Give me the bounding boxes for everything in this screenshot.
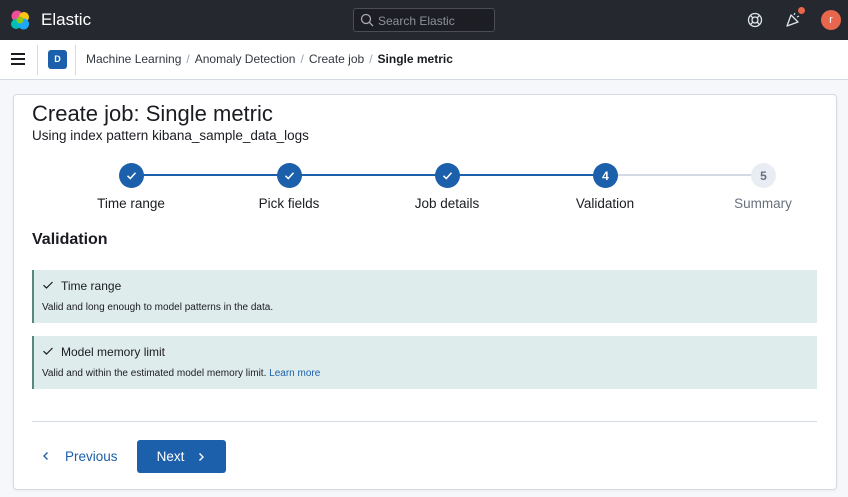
search-field[interactable]: [353, 8, 495, 32]
chevron-left-icon: [43, 452, 48, 460]
breadcrumb-separator: /: [300, 52, 304, 66]
search-icon: [360, 13, 374, 27]
callout-title: Model memory limit: [61, 345, 166, 359]
notification-dot: [798, 7, 805, 14]
step-1-check-icon[interactable]: [119, 163, 144, 188]
step-3-label[interactable]: Job details: [377, 196, 517, 211]
breadcrumb-single-metric: Single metric: [377, 52, 453, 66]
validation-callout-model-memory: Model memory limit Valid and within the …: [32, 336, 817, 389]
callout-title: Time range: [61, 279, 122, 293]
help-menu-button[interactable]: [745, 10, 765, 30]
next-button[interactable]: Next: [137, 440, 226, 473]
breadcrumb-anomaly-detection[interactable]: Anomaly Detection: [195, 52, 296, 66]
validation-callout-time-range: Time range Valid and long enough to mode…: [32, 270, 817, 323]
breadcrumb-bar: D Machine Learning / Anomaly Detection / Cre…: [0, 40, 848, 80]
step-connector: [605, 174, 763, 176]
search-input[interactable]: [378, 12, 490, 29]
step-4-label: Validation: [575, 196, 635, 211]
callout-body-text: Valid and long enough to model patterns …: [42, 302, 274, 313]
step-1-label[interactable]: Time range: [61, 196, 201, 211]
elastic-logo-icon[interactable]: [9, 9, 31, 31]
breadcrumb-separator: /: [369, 52, 373, 66]
chevron-right-icon: [199, 452, 205, 461]
callout-body: Valid and within the estimated model mem…: [42, 368, 320, 379]
top-header: Elastic r: [0, 0, 848, 40]
step-5-number: 5: [751, 163, 776, 188]
menu-toggle-icon[interactable]: [11, 53, 25, 65]
previous-button[interactable]: Previous: [33, 441, 118, 471]
step-connector: [131, 174, 289, 176]
brand-name[interactable]: Elastic: [41, 10, 91, 30]
step-4-number: 4: [593, 163, 618, 188]
breadcrumb-machine-learning[interactable]: Machine Learning: [86, 52, 181, 66]
breadcrumb-separator: /: [186, 52, 190, 66]
validation-heading: Validation: [32, 231, 108, 248]
step-connector: [289, 174, 447, 176]
space-selector[interactable]: D: [48, 50, 67, 69]
breadcrumb: Machine Learning / Anomaly Detection / Creat…: [86, 52, 453, 66]
step-connector: [447, 174, 605, 176]
callout-body-text: Valid and within the estimated model mem…: [42, 368, 267, 379]
check-icon: [43, 347, 53, 355]
next-button-label: Next: [156, 449, 185, 464]
step-2-label[interactable]: Pick fields: [219, 196, 359, 211]
step-2-check-icon[interactable]: [277, 163, 302, 188]
check-icon: [43, 281, 53, 289]
callout-body: Valid and long enough to model patterns …: [42, 302, 273, 313]
step-3-check-icon[interactable]: [435, 163, 460, 188]
learn-more-link[interactable]: Learn more: [269, 368, 320, 379]
page-title: Create job: Single metric: [32, 101, 273, 126]
header-divider: [75, 45, 76, 75]
page-subtitle: Using index pattern kibana_sample_data_l…: [32, 128, 309, 143]
previous-button-label: Previous: [65, 448, 118, 464]
lifebuoy-icon: [747, 12, 763, 28]
footer-divider: [32, 421, 817, 422]
step-5-label: Summary: [734, 196, 792, 211]
breadcrumb-create-job[interactable]: Create job: [309, 52, 364, 66]
user-avatar[interactable]: r: [821, 10, 841, 30]
cheer-icon: [786, 12, 800, 27]
header-divider: [37, 45, 38, 75]
